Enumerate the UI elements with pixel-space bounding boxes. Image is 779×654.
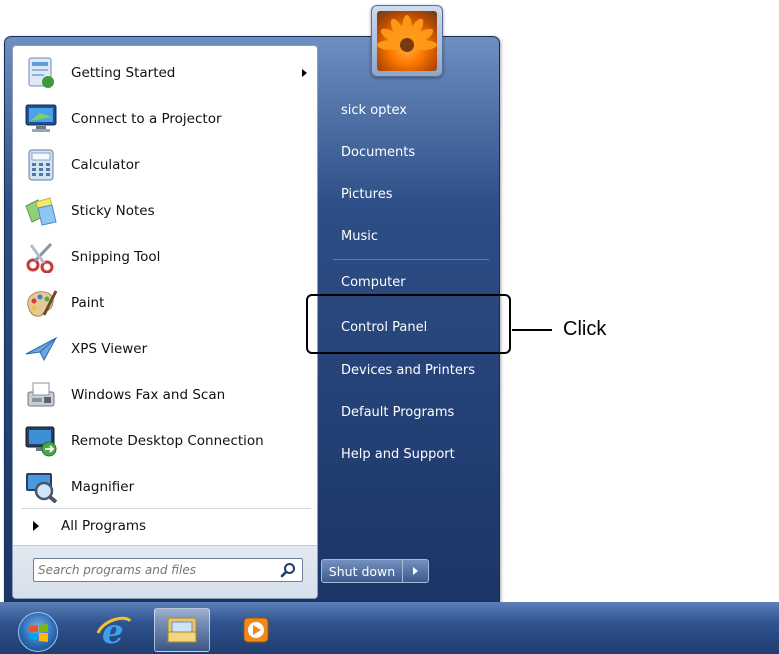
getting-started-icon — [23, 55, 59, 91]
right-item-label: Help and Support — [341, 446, 455, 462]
right-item-label: Documents — [341, 144, 416, 160]
program-label: Windows Fax and Scan — [71, 387, 226, 403]
all-programs-button[interactable]: All Programs — [17, 512, 315, 540]
submenu-arrow-icon[interactable] — [302, 69, 307, 77]
magnifier-icon — [23, 469, 59, 505]
right-item-pictures[interactable]: Pictures — [333, 177, 493, 211]
program-label: Magnifier — [71, 479, 135, 495]
program-label: Getting Started — [71, 65, 176, 81]
windows-flag-icon — [30, 624, 48, 642]
program-item-snipping-tool[interactable]: Snipping Tool — [17, 235, 315, 279]
program-item-remote-desktop[interactable]: Remote Desktop Connection — [17, 419, 315, 463]
program-label: Connect to a Projector — [71, 111, 222, 127]
search-box[interactable] — [33, 558, 303, 582]
search-icon[interactable] — [280, 562, 296, 578]
right-item-user-folder[interactable]: sick optex — [333, 93, 493, 127]
program-item-xps-viewer[interactable]: XPS Viewer — [17, 327, 315, 371]
start-orb-icon[interactable] — [18, 612, 58, 652]
programs-pane: Getting Started Connect to a Projector C… — [12, 45, 318, 599]
flower-image — [377, 11, 437, 71]
paint-palette-icon — [23, 285, 59, 321]
right-item-devices-printers[interactable]: Devices and Printers — [333, 353, 493, 387]
shutdown-button[interactable]: Shut down — [321, 559, 403, 583]
right-item-help-support[interactable]: Help and Support — [333, 437, 493, 471]
search-input[interactable] — [38, 559, 274, 581]
program-item-fax-scan[interactable]: Windows Fax and Scan — [17, 373, 315, 417]
user-picture[interactable] — [371, 5, 443, 77]
internet-explorer-icon[interactable]: e — [86, 608, 142, 652]
right-item-default-programs[interactable]: Default Programs — [333, 395, 493, 429]
right-item-label: Music — [341, 228, 378, 244]
chevron-right-icon — [413, 567, 418, 575]
right-item-label: Devices and Printers — [341, 362, 475, 378]
program-list-divider — [21, 508, 311, 509]
right-item-label: Default Programs — [341, 404, 455, 420]
program-label: XPS Viewer — [71, 341, 148, 357]
program-label: Remote Desktop Connection — [71, 433, 264, 449]
program-item-sticky-notes[interactable]: Sticky Notes — [17, 189, 315, 233]
expand-arrow-icon — [33, 521, 39, 531]
all-programs-label: All Programs — [61, 518, 147, 534]
program-label: Calculator — [71, 157, 140, 173]
program-item-calculator[interactable]: Calculator — [17, 143, 315, 187]
right-item-label: Computer — [341, 274, 406, 290]
taskbar: e — [0, 602, 779, 654]
callout-highlight — [306, 294, 511, 354]
program-label: Snipping Tool — [71, 249, 161, 265]
calculator-icon — [23, 147, 59, 183]
program-item-connect-projector[interactable]: Connect to a Projector — [17, 97, 315, 141]
flower-icon — [377, 15, 437, 52]
places-divider — [333, 259, 489, 260]
right-item-label: Pictures — [341, 186, 393, 202]
program-item-getting-started[interactable]: Getting Started — [17, 51, 315, 95]
paper-plane-icon — [23, 331, 59, 367]
callout-label: Click — [563, 318, 607, 340]
program-item-magnifier[interactable]: Magnifier — [17, 465, 315, 509]
search-area — [13, 545, 317, 598]
file-explorer-icon[interactable] — [154, 608, 210, 652]
remote-desktop-icon — [23, 423, 59, 459]
right-item-documents[interactable]: Documents — [333, 135, 493, 169]
program-item-paint[interactable]: Paint — [17, 281, 315, 325]
projector-icon — [23, 101, 59, 137]
shutdown-group: Shut down — [321, 559, 435, 585]
fax-icon — [23, 377, 59, 413]
sticky-notes-icon — [23, 193, 59, 229]
shutdown-options-button[interactable] — [403, 559, 429, 583]
callout-leader-line — [512, 329, 552, 331]
program-label: Sticky Notes — [71, 203, 155, 219]
scissors-icon — [23, 239, 59, 275]
media-player-icon[interactable] — [228, 608, 284, 652]
right-item-label: sick optex — [341, 102, 407, 118]
right-item-music[interactable]: Music — [333, 219, 493, 253]
program-label: Paint — [71, 295, 105, 311]
